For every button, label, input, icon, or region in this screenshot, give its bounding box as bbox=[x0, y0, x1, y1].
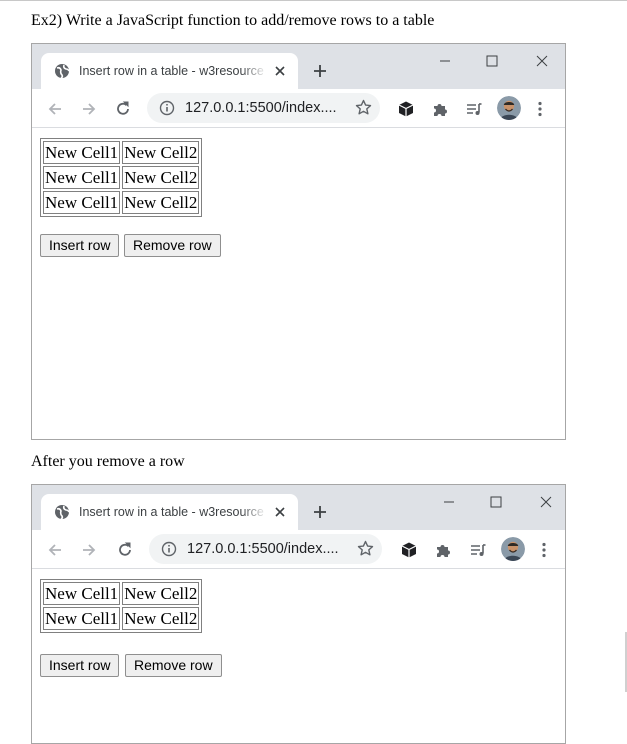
close-icon[interactable] bbox=[274, 65, 286, 77]
table-row: New Cell1 New Cell2 bbox=[43, 141, 200, 164]
table-cell: New Cell2 bbox=[122, 582, 200, 605]
table-cell: New Cell1 bbox=[43, 166, 121, 189]
plus-icon[interactable] bbox=[313, 505, 327, 519]
url-text: 127.0.0.1:5500/index.... bbox=[187, 541, 339, 557]
table-cell: New Cell1 bbox=[43, 191, 121, 214]
page-content: New Cell1 New Cell2 New Cell1 New Cell2 New … bbox=[32, 128, 565, 439]
after-remove-caption: After you remove a row bbox=[31, 453, 185, 470]
table-cell: New Cell2 bbox=[122, 607, 200, 630]
globe-icon bbox=[54, 504, 70, 523]
back-icon[interactable] bbox=[46, 541, 64, 559]
forward-icon[interactable] bbox=[80, 541, 98, 559]
back-icon[interactable] bbox=[46, 100, 64, 118]
extension-cube-icon[interactable] bbox=[400, 541, 418, 559]
extension-cube-icon[interactable] bbox=[397, 100, 415, 118]
minimize-icon[interactable] bbox=[442, 495, 456, 509]
tab-title: Insert row in a table - w3resource bbox=[79, 64, 264, 78]
table-cell: New Cell2 bbox=[122, 191, 200, 214]
minimize-icon[interactable] bbox=[438, 54, 452, 68]
forward-icon[interactable] bbox=[80, 100, 98, 118]
plus-icon[interactable] bbox=[313, 64, 327, 78]
menu-dots-icon[interactable] bbox=[531, 100, 549, 118]
table-cell: New Cell1 bbox=[43, 607, 121, 630]
browser-window: Insert row in a table - w3resource 127.0… bbox=[31, 43, 566, 440]
table-row: New Cell1 New Cell2 bbox=[43, 191, 200, 214]
insert-row-button[interactable]: Insert row bbox=[40, 234, 120, 257]
star-icon[interactable] bbox=[355, 99, 372, 116]
data-table: New Cell1 New Cell2 New Cell1 New Cell2 bbox=[40, 579, 203, 633]
browser-tab[interactable]: Insert row in a table - w3resource bbox=[41, 53, 298, 89]
remove-row-button[interactable]: Remove row bbox=[125, 654, 222, 677]
table-cell: New Cell2 bbox=[122, 166, 200, 189]
maximize-icon[interactable] bbox=[489, 495, 503, 509]
close-window-icon[interactable] bbox=[535, 54, 549, 68]
table-cell: New Cell1 bbox=[43, 582, 121, 605]
reload-icon[interactable] bbox=[116, 541, 134, 559]
table-row: New Cell1 New Cell2 bbox=[43, 166, 200, 189]
reload-icon[interactable] bbox=[114, 100, 132, 118]
top-divider bbox=[0, 0, 627, 1]
browser-tab[interactable]: Insert row in a table - w3resource bbox=[41, 494, 298, 530]
avatar[interactable] bbox=[501, 537, 525, 561]
menu-dots-icon[interactable] bbox=[535, 541, 553, 559]
url-text: 127.0.0.1:5500/index.... bbox=[185, 100, 337, 116]
address-bar[interactable]: 127.0.0.1:5500/index.... bbox=[147, 93, 380, 123]
table-row: New Cell1 New Cell2 bbox=[43, 582, 200, 605]
remove-row-button[interactable]: Remove row bbox=[124, 234, 221, 257]
info-icon[interactable] bbox=[159, 100, 175, 116]
insert-row-button[interactable]: Insert row bbox=[40, 654, 120, 677]
close-icon[interactable] bbox=[274, 506, 286, 518]
address-bar[interactable]: 127.0.0.1:5500/index.... bbox=[149, 534, 382, 564]
avatar[interactable] bbox=[497, 96, 521, 120]
data-table: New Cell1 New Cell2 New Cell1 New Cell2 New … bbox=[40, 138, 203, 217]
title-bar: Insert row in a table - w3resource bbox=[32, 44, 565, 89]
title-bar: Insert row in a table - w3resource bbox=[32, 485, 565, 530]
maximize-icon[interactable] bbox=[485, 54, 499, 68]
page-content: New Cell1 New Cell2 New Cell1 New Cell2 Ins… bbox=[32, 569, 565, 743]
puzzle-icon[interactable] bbox=[431, 100, 449, 118]
table-cell: New Cell2 bbox=[122, 141, 200, 164]
tab-title: Insert row in a table - w3resource bbox=[79, 505, 264, 519]
browser-toolbar: 127.0.0.1:5500/index.... bbox=[32, 89, 565, 128]
reading-list-icon[interactable] bbox=[469, 541, 487, 559]
puzzle-icon[interactable] bbox=[434, 541, 452, 559]
star-icon[interactable] bbox=[357, 540, 374, 557]
reading-list-icon[interactable] bbox=[465, 100, 483, 118]
table-row: New Cell1 New Cell2 bbox=[43, 607, 200, 630]
table-cell: New Cell1 bbox=[43, 141, 121, 164]
exercise-heading: Ex2) Write a JavaScript function to add/… bbox=[31, 12, 435, 29]
browser-window: Insert row in a table - w3resource 127.0… bbox=[31, 484, 566, 744]
globe-icon bbox=[54, 63, 70, 82]
browser-toolbar: 127.0.0.1:5500/index.... bbox=[32, 530, 565, 569]
info-icon[interactable] bbox=[161, 541, 177, 557]
close-window-icon[interactable] bbox=[539, 495, 553, 509]
